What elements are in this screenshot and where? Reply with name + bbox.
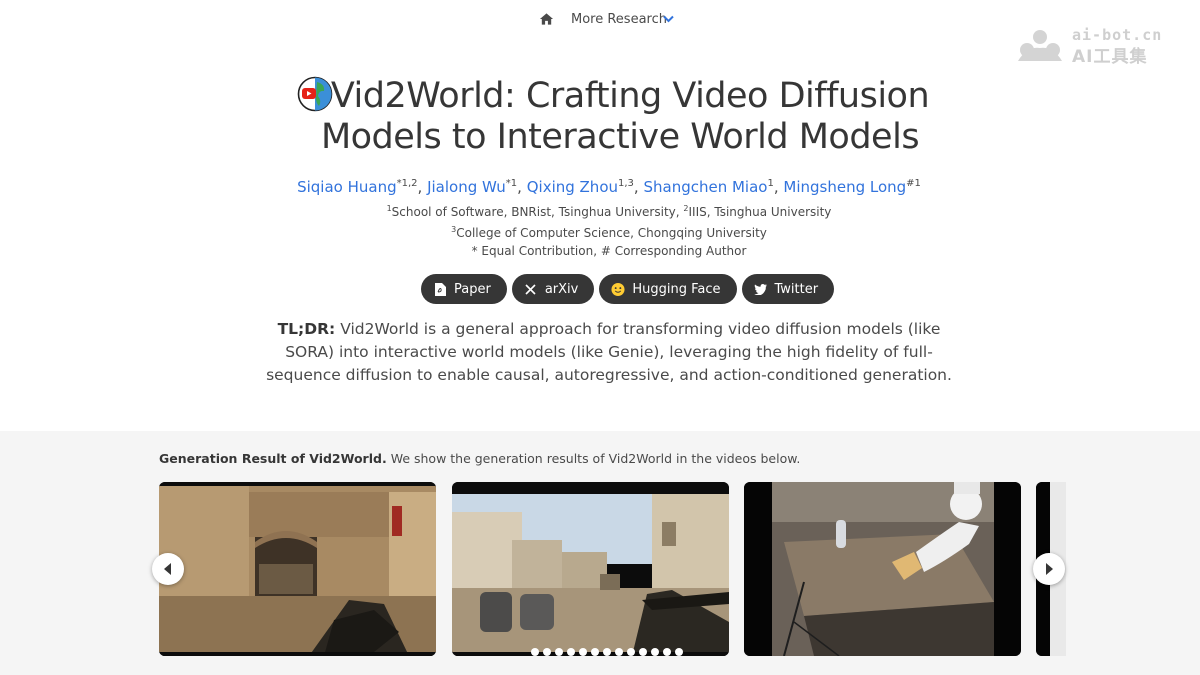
author-link[interactable]: Mingsheng Long — [783, 178, 906, 196]
carousel-dot[interactable] — [531, 648, 539, 656]
carousel-dot[interactable] — [579, 648, 587, 656]
twitter-button[interactable]: Twitter — [741, 274, 835, 304]
watermark-brand: AI工具集 — [1072, 47, 1148, 67]
carousel-dot[interactable] — [603, 648, 611, 656]
carousel-dot[interactable] — [675, 648, 683, 656]
affiliation-line-1: 1School of Software, BNRist, Tsinghua Un… — [0, 204, 1200, 219]
author-list: Siqiao Huang*1,2, Jialong Wu*1, Qixing Z… — [297, 178, 921, 196]
arxiv-button[interactable]: arXiv — [511, 274, 595, 304]
author-link[interactable]: Siqiao Huang — [297, 178, 397, 196]
caption-bold: Generation Result of Vid2World. — [159, 451, 387, 466]
affiliation-text: IIIS, Tsinghua University — [688, 205, 832, 219]
more-research-menu[interactable]: More Research — [571, 12, 667, 27]
tldr-text: Vid2World is a general approach for tran… — [266, 320, 952, 384]
link-buttons: Paper arXiv Hugging Face Twitter — [421, 274, 835, 304]
arrow-right-icon — [1046, 563, 1053, 575]
video-carousel — [159, 482, 1066, 656]
results-caption: Generation Result of Vid2World. We show … — [159, 451, 800, 466]
hugging-face-button-label: Hugging Face — [632, 281, 721, 297]
carousel-dot[interactable] — [615, 648, 623, 656]
video-card[interactable] — [452, 482, 729, 656]
author-marks: *1,2 — [396, 178, 418, 189]
carousel-dot[interactable] — [627, 648, 635, 656]
tldr-paragraph: TL;DR: Vid2World is a general approach f… — [262, 318, 956, 387]
carousel-dot[interactable] — [651, 648, 659, 656]
affiliation-line-2: 3College of Computer Science, Chongqing … — [0, 225, 1200, 240]
watermark-logo — [1018, 30, 1062, 61]
carousel-dot[interactable] — [567, 648, 575, 656]
affiliation-text: College of Computer Science, Chongqing U… — [456, 226, 767, 240]
contribution-note: * Equal Contribution, # Corresponding Au… — [471, 244, 747, 258]
results-section: Generation Result of Vid2World. We show … — [0, 431, 1200, 675]
caption-text: We show the generation results of Vid2Wo… — [386, 451, 801, 466]
author-marks: #1 — [906, 178, 921, 189]
page-title: Vid2World: Crafting Video Diffusion Mode… — [300, 76, 940, 158]
arrow-left-icon — [164, 563, 171, 575]
hugging-face-button[interactable]: Hugging Face — [599, 274, 737, 304]
x-icon — [524, 282, 538, 296]
video-card[interactable] — [159, 482, 436, 656]
home-icon[interactable] — [539, 12, 554, 26]
title-line-1: Vid2World: Crafting Video Diffusion — [330, 76, 930, 116]
chevron-down-icon[interactable] — [663, 15, 674, 23]
paper-button[interactable]: Paper — [421, 274, 507, 304]
affiliation-text: School of Software, BNRist, Tsinghua Uni… — [391, 205, 684, 219]
twitter-icon — [754, 282, 768, 296]
carousel-dot[interactable] — [639, 648, 647, 656]
author-link[interactable]: Qixing Zhou — [527, 178, 618, 196]
watermark: ai-bot.cn AI工具集 — [1016, 26, 1176, 67]
tldr-label: TL;DR: — [277, 320, 336, 338]
arxiv-button-label: arXiv — [544, 281, 579, 297]
carousel-dot[interactable] — [543, 648, 551, 656]
author-link[interactable]: Shangchen Miao — [643, 178, 767, 196]
twitter-button-label: Twitter — [774, 281, 819, 297]
hugging-face-icon — [611, 282, 625, 296]
carousel-dot[interactable] — [663, 648, 671, 656]
pdf-icon — [433, 282, 447, 296]
author-marks: *1 — [505, 178, 518, 189]
carousel-dot[interactable] — [555, 648, 563, 656]
carousel-prev-button[interactable] — [152, 553, 184, 585]
carousel-pagination — [531, 648, 683, 658]
paper-button-label: Paper — [454, 281, 491, 297]
author-marks: 1 — [767, 178, 774, 189]
video-card[interactable] — [744, 482, 1021, 656]
author-link[interactable]: Jialong Wu — [427, 178, 506, 196]
carousel-dot[interactable] — [591, 648, 599, 656]
author-marks: 1,3 — [618, 178, 634, 189]
carousel-next-button[interactable] — [1033, 553, 1065, 585]
title-line-2: Models to Interactive World Models — [320, 117, 920, 157]
